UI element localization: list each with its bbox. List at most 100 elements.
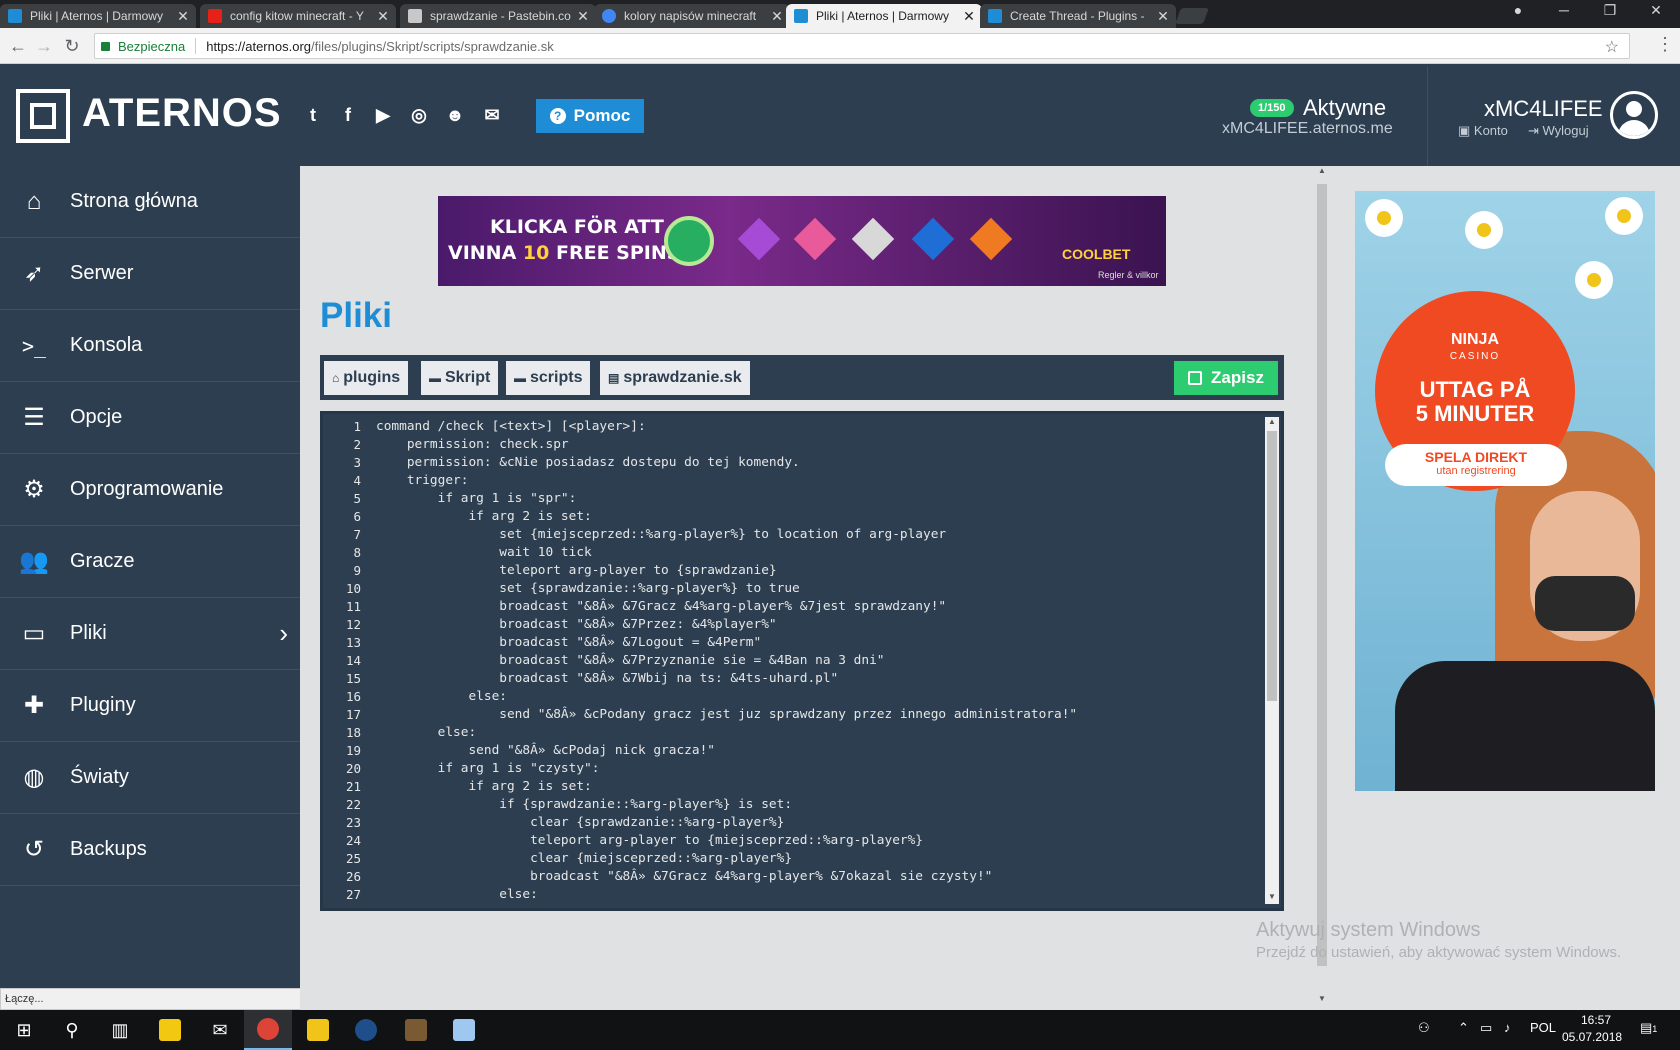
close-tab-icon[interactable]: ✕ bbox=[376, 8, 390, 25]
profile-icon[interactable]: ● bbox=[1498, 2, 1538, 18]
reload-icon[interactable]: ↻ bbox=[60, 34, 84, 58]
reddit-icon[interactable]: ☻ bbox=[444, 104, 466, 126]
sidebar-item-plugins[interactable]: ✚ Pluginy bbox=[0, 670, 300, 742]
aternos-logo-icon[interactable] bbox=[16, 89, 70, 143]
ad-banner[interactable]: KLICKA FÖR ATT VINNA 10 FREE SPINS COOLB… bbox=[438, 196, 1166, 286]
scroll-up-icon[interactable]: ▲ bbox=[1315, 166, 1329, 178]
new-tab-button[interactable] bbox=[1175, 8, 1209, 24]
browser-tab[interactable]: config kitow minecraft - Y ✕ bbox=[200, 4, 396, 28]
sidebar-item-files[interactable]: ▭ Pliki › bbox=[0, 598, 300, 670]
code-line[interactable]: clear {sprawdzanie::%arg-player%} bbox=[376, 814, 1256, 832]
windows-start-icon[interactable]: ⊞ bbox=[0, 1010, 48, 1050]
side-ad[interactable]: NINJA CASINO UTTAG PÅ 5 MINUTER SPELA DIR… bbox=[1355, 191, 1655, 791]
people-icon[interactable]: ⚇ bbox=[1418, 1020, 1430, 1036]
task-view-icon[interactable]: ▥ bbox=[96, 1010, 144, 1050]
instagram-icon[interactable]: ◎ bbox=[408, 104, 430, 126]
page-scrollbar[interactable]: ▲ ▼ bbox=[1315, 166, 1329, 1006]
file-explorer-icon[interactable] bbox=[294, 1010, 342, 1050]
code-line[interactable]: if arg 2 is set: bbox=[376, 778, 1256, 796]
breadcrumb-scripts[interactable]: ▬ scripts bbox=[506, 361, 591, 395]
url-text[interactable]: https://aternos.org/files/plugins/Skript… bbox=[206, 39, 554, 54]
code-area[interactable]: command /check [<text>] [<player>]: perm… bbox=[376, 418, 1256, 904]
code-line[interactable]: if arg 1 is "spr": bbox=[376, 490, 1256, 508]
ad-cta-button[interactable]: SPELA DIREKT utan registrering bbox=[1385, 444, 1567, 486]
network-icon[interactable]: ▭ bbox=[1480, 1020, 1492, 1036]
clock-time[interactable]: 16:57 bbox=[1568, 1013, 1624, 1027]
save-button[interactable]: Zapisz bbox=[1174, 361, 1278, 395]
code-line[interactable]: else: bbox=[376, 886, 1256, 904]
notepad-icon[interactable] bbox=[440, 1010, 488, 1050]
close-tab-icon[interactable]: ✕ bbox=[962, 8, 976, 25]
forward-icon[interactable]: → bbox=[32, 34, 56, 58]
browser-menu-icon[interactable]: ⋮ bbox=[1656, 34, 1674, 55]
code-line[interactable]: broadcast "&8Â» &7Gracz &4%arg-player% &… bbox=[376, 598, 1256, 616]
sidebar-item-backups[interactable]: ↺ Backups bbox=[0, 814, 300, 886]
close-tab-icon[interactable]: ✕ bbox=[1156, 8, 1170, 25]
tray-chevron-icon[interactable]: ⌃ bbox=[1458, 1020, 1469, 1036]
sidebar-item-players[interactable]: 👥 Gracze bbox=[0, 526, 300, 598]
close-tab-icon[interactable]: ✕ bbox=[770, 8, 784, 25]
breadcrumb-file[interactable]: ▤ sprawdzanie.sk bbox=[600, 361, 750, 395]
restore-icon[interactable]: ❐ bbox=[1590, 2, 1630, 19]
code-editor[interactable]: 1 2 3 4 5 6 7 8 9 10 11 12 13 14 15 16 17 18 19 20 21 22 23 24 2… bbox=[320, 411, 1284, 911]
chrome-icon[interactable] bbox=[244, 1010, 292, 1050]
browser-tab[interactable]: Create Thread - Plugins - ✕ bbox=[980, 4, 1176, 28]
sidebar-item-server[interactable]: ➶ Serwer bbox=[0, 238, 300, 310]
sidebar-item-console[interactable]: >_ Konsola bbox=[0, 310, 300, 382]
chat-icon[interactable]: ✉ bbox=[481, 104, 503, 126]
code-line[interactable]: else: bbox=[376, 724, 1256, 742]
code-line[interactable]: command /check [<text>] [<player>]: bbox=[376, 418, 1256, 436]
close-tab-icon[interactable]: ✕ bbox=[576, 8, 590, 25]
address-bar[interactable]: Bezpieczna https://aternos.org/files/plu… bbox=[94, 33, 1630, 59]
breadcrumb-plugins[interactable]: ⌂ plugins bbox=[324, 361, 409, 395]
language-indicator[interactable]: POL bbox=[1530, 1020, 1556, 1035]
close-tab-icon[interactable]: ✕ bbox=[176, 8, 190, 25]
code-line[interactable]: send "&8Â» &cPodany gracz jest juz spraw… bbox=[376, 706, 1256, 724]
scroll-thumb[interactable] bbox=[1317, 184, 1327, 966]
avatar[interactable] bbox=[1610, 91, 1658, 139]
store-icon[interactable] bbox=[146, 1010, 194, 1050]
logo-text[interactable]: ATERNOS bbox=[82, 91, 282, 136]
code-line[interactable]: teleport arg-player to {sprawdzanie} bbox=[376, 562, 1256, 580]
browser-tab[interactable]: kolory napisów minecraft ✕ bbox=[594, 4, 790, 28]
code-line[interactable]: if arg 1 is "czysty": bbox=[376, 760, 1256, 778]
code-line[interactable]: broadcast "&8Â» &7Wbij na ts: &4ts-uhard… bbox=[376, 670, 1256, 688]
help-button[interactable]: ? Pomoc bbox=[536, 99, 644, 133]
browser-tab-active[interactable]: Pliki | Aternos | Darmowy ✕ bbox=[786, 4, 982, 28]
code-line[interactable]: broadcast "&8Â» &7Logout = &4Perm" bbox=[376, 634, 1256, 652]
sidebar-item-software[interactable]: ⚙ Oprogramowanie bbox=[0, 454, 300, 526]
scroll-down-icon[interactable]: ▼ bbox=[1315, 994, 1329, 1006]
logout-link[interactable]: ⇥ Wyloguj bbox=[1528, 123, 1589, 139]
code-line[interactable]: permission: &cNie posiadasz dostepu do t… bbox=[376, 454, 1256, 472]
twitter-icon[interactable]: t bbox=[302, 104, 324, 126]
bookmark-star-icon[interactable]: ☆ bbox=[1605, 37, 1619, 57]
mail-icon[interactable]: ✉ bbox=[196, 1010, 244, 1050]
clock-date[interactable]: 05.07.2018 bbox=[1562, 1030, 1622, 1044]
close-window-icon[interactable]: ✕ bbox=[1636, 2, 1676, 19]
code-line[interactable]: broadcast "&8Â» &7Przyznanie sie = &4Ban… bbox=[376, 652, 1256, 670]
scroll-thumb[interactable] bbox=[1267, 431, 1277, 701]
code-line[interactable]: wait 10 tick bbox=[376, 544, 1256, 562]
code-line[interactable]: permission: check.spr bbox=[376, 436, 1256, 454]
code-line[interactable]: clear {miejsceprzed::%arg-player%} bbox=[376, 850, 1256, 868]
volume-icon[interactable]: ♪ bbox=[1504, 1020, 1511, 1035]
sidebar-item-worlds[interactable]: ◍ Światy bbox=[0, 742, 300, 814]
secure-indicator[interactable]: Bezpieczna bbox=[95, 39, 185, 54]
browser-tab[interactable]: sprawdzanie - Pastebin.co ✕ bbox=[400, 4, 596, 28]
code-line[interactable]: trigger: bbox=[376, 472, 1256, 490]
sidebar-item-options[interactable]: ☰ Opcje bbox=[0, 382, 300, 454]
code-line[interactable]: broadcast "&8Â» &7Przez: &4%player%" bbox=[376, 616, 1256, 634]
code-line[interactable]: send "&8Â» &cPodaj nick gracza!" bbox=[376, 742, 1256, 760]
minimize-icon[interactable]: ─ bbox=[1544, 2, 1584, 18]
browser-tab[interactable]: Pliki | Aternos | Darmowy ✕ bbox=[0, 4, 196, 28]
minecraft-icon[interactable] bbox=[392, 1010, 440, 1050]
code-line[interactable]: if {sprawdzanie::%arg-player%} is set: bbox=[376, 796, 1256, 814]
back-icon[interactable]: ← bbox=[6, 34, 30, 58]
facebook-icon[interactable]: f bbox=[337, 104, 359, 126]
search-icon[interactable]: ⚲ bbox=[48, 1010, 96, 1050]
code-line[interactable]: if arg 2 is set: bbox=[376, 508, 1256, 526]
youtube-icon[interactable]: ▶ bbox=[372, 104, 394, 126]
code-line[interactable]: set {miejsceprzed::%arg-player%} to loca… bbox=[376, 526, 1256, 544]
teamspeak-icon[interactable] bbox=[342, 1010, 390, 1050]
code-line[interactable]: teleport arg-player to {miejsceprzed::%a… bbox=[376, 832, 1256, 850]
